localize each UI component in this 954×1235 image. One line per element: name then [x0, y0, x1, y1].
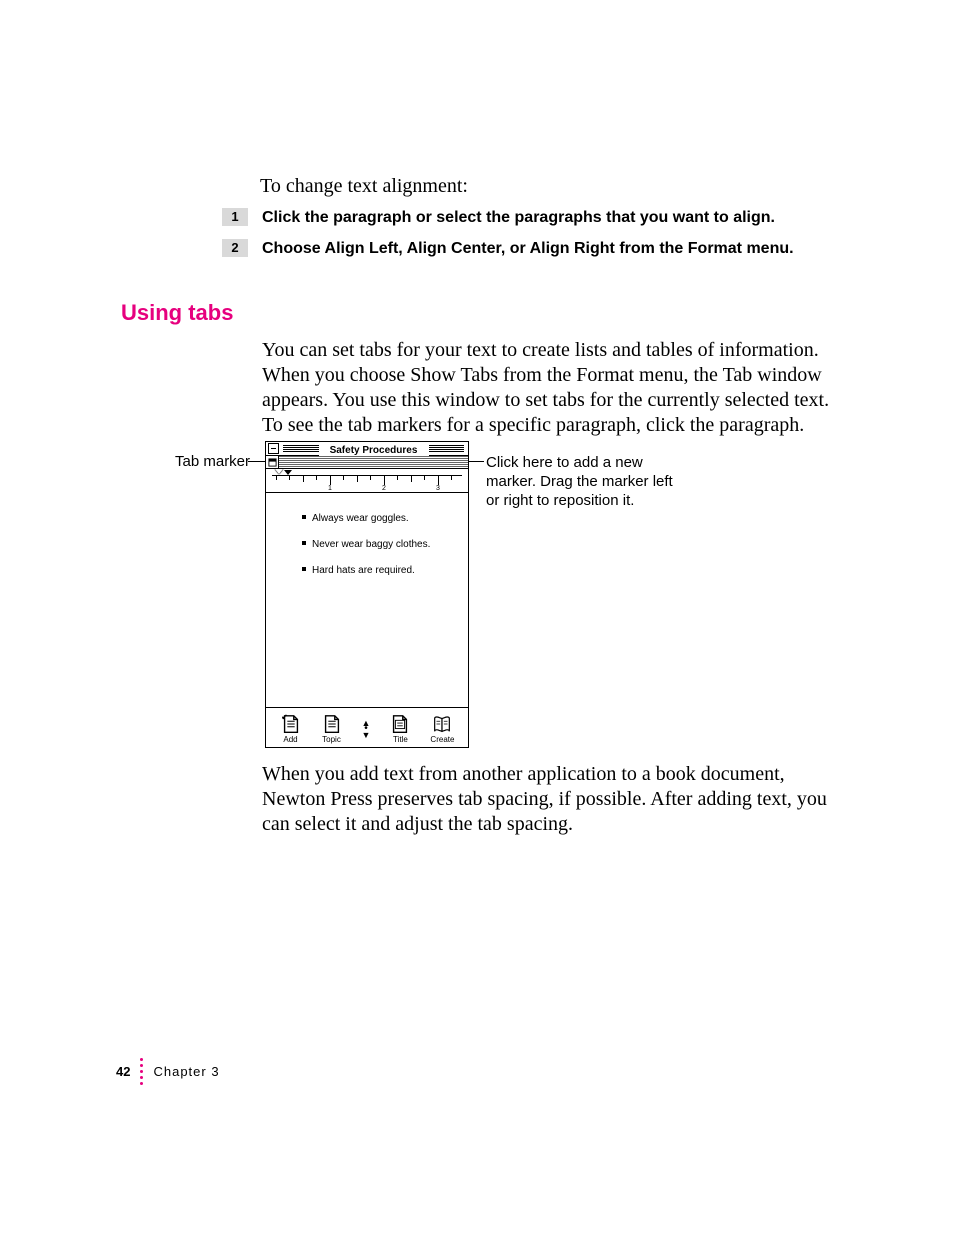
create-label: Create — [430, 735, 454, 745]
window-title: Safety Procedures — [319, 445, 429, 457]
tab-track-bar[interactable] — [266, 456, 468, 469]
window-titlebar[interactable]: Safety Procedures — [266, 442, 468, 456]
step-2-text: Choose Align Left, Align Center, or Alig… — [262, 239, 794, 259]
ruler[interactable]: 1 2 3 — [266, 469, 468, 493]
title-button[interactable]: Title — [389, 713, 411, 745]
add-label: Add — [283, 735, 297, 745]
document-content-area[interactable]: Always wear goggles. Never wear baggy cl… — [266, 493, 468, 707]
tab-marker-icon[interactable] — [275, 469, 283, 474]
step-1: 1 Click the paragraph or select the para… — [222, 208, 775, 228]
section-heading: Using tabs — [121, 300, 233, 326]
step-1-number: 1 — [222, 208, 248, 226]
tab-track[interactable] — [279, 456, 468, 468]
page-nav-arrows-icon: ▲ • ▼ — [362, 720, 371, 738]
page-number: 42 — [116, 1064, 130, 1079]
step-2: 2 Choose Align Left, Align Center, or Al… — [222, 239, 794, 259]
chapter-label: Chapter 3 — [153, 1064, 219, 1079]
bullet-icon — [302, 567, 306, 571]
close-icon[interactable] — [268, 443, 279, 454]
create-book-icon — [431, 713, 453, 735]
intro-text: To change text alignment: — [260, 172, 468, 200]
page-nav-button[interactable]: ▲ • ▼ — [362, 720, 371, 738]
topic-button[interactable]: Topic — [321, 713, 343, 745]
add-button[interactable]: Add — [280, 713, 302, 745]
body-paragraph-2: When you add text from another applicati… — [262, 762, 832, 837]
callout-add-marker: Click here to add a new marker. Drag the… — [486, 453, 676, 510]
ruler-left-button[interactable] — [266, 456, 279, 468]
callout-tab-marker: Tab marker — [175, 453, 250, 470]
document-page: To change text alignment: 1 Click the pa… — [0, 0, 954, 1235]
topic-page-icon — [321, 713, 343, 735]
add-page-icon — [280, 713, 302, 735]
title-page-icon — [389, 713, 411, 735]
page-footer: 42 Chapter 3 — [116, 1058, 220, 1085]
step-1-text: Click the paragraph or select the paragr… — [262, 208, 775, 228]
ruler-label-2: 2 — [382, 485, 386, 492]
topic-label: Topic — [322, 735, 341, 745]
window-toolbar: Add Topic ▲ • ▼ — [266, 707, 468, 747]
content-line: Hard hats are required. — [302, 565, 415, 577]
ruler-label-3: 3 — [436, 485, 440, 492]
step-2-number: 2 — [222, 239, 248, 257]
content-line: Always wear goggles. — [302, 513, 409, 525]
callout-line-right-icon — [468, 461, 484, 462]
create-button[interactable]: Create — [430, 713, 454, 745]
content-line: Never wear baggy clothes. — [302, 539, 430, 551]
bullet-icon — [302, 541, 306, 545]
bullet-icon — [302, 515, 306, 519]
body-paragraph-1: You can set tabs for your text to create… — [262, 338, 832, 438]
titlebar-lines-icon: Safety Procedures — [283, 445, 464, 453]
title-label: Title — [393, 735, 408, 745]
footer-dots-icon — [140, 1058, 143, 1085]
ruler-baseline-icon — [272, 475, 462, 476]
newton-press-window: Safety Procedures 1 2 — [265, 441, 469, 748]
ruler-label-1: 1 — [328, 485, 332, 492]
